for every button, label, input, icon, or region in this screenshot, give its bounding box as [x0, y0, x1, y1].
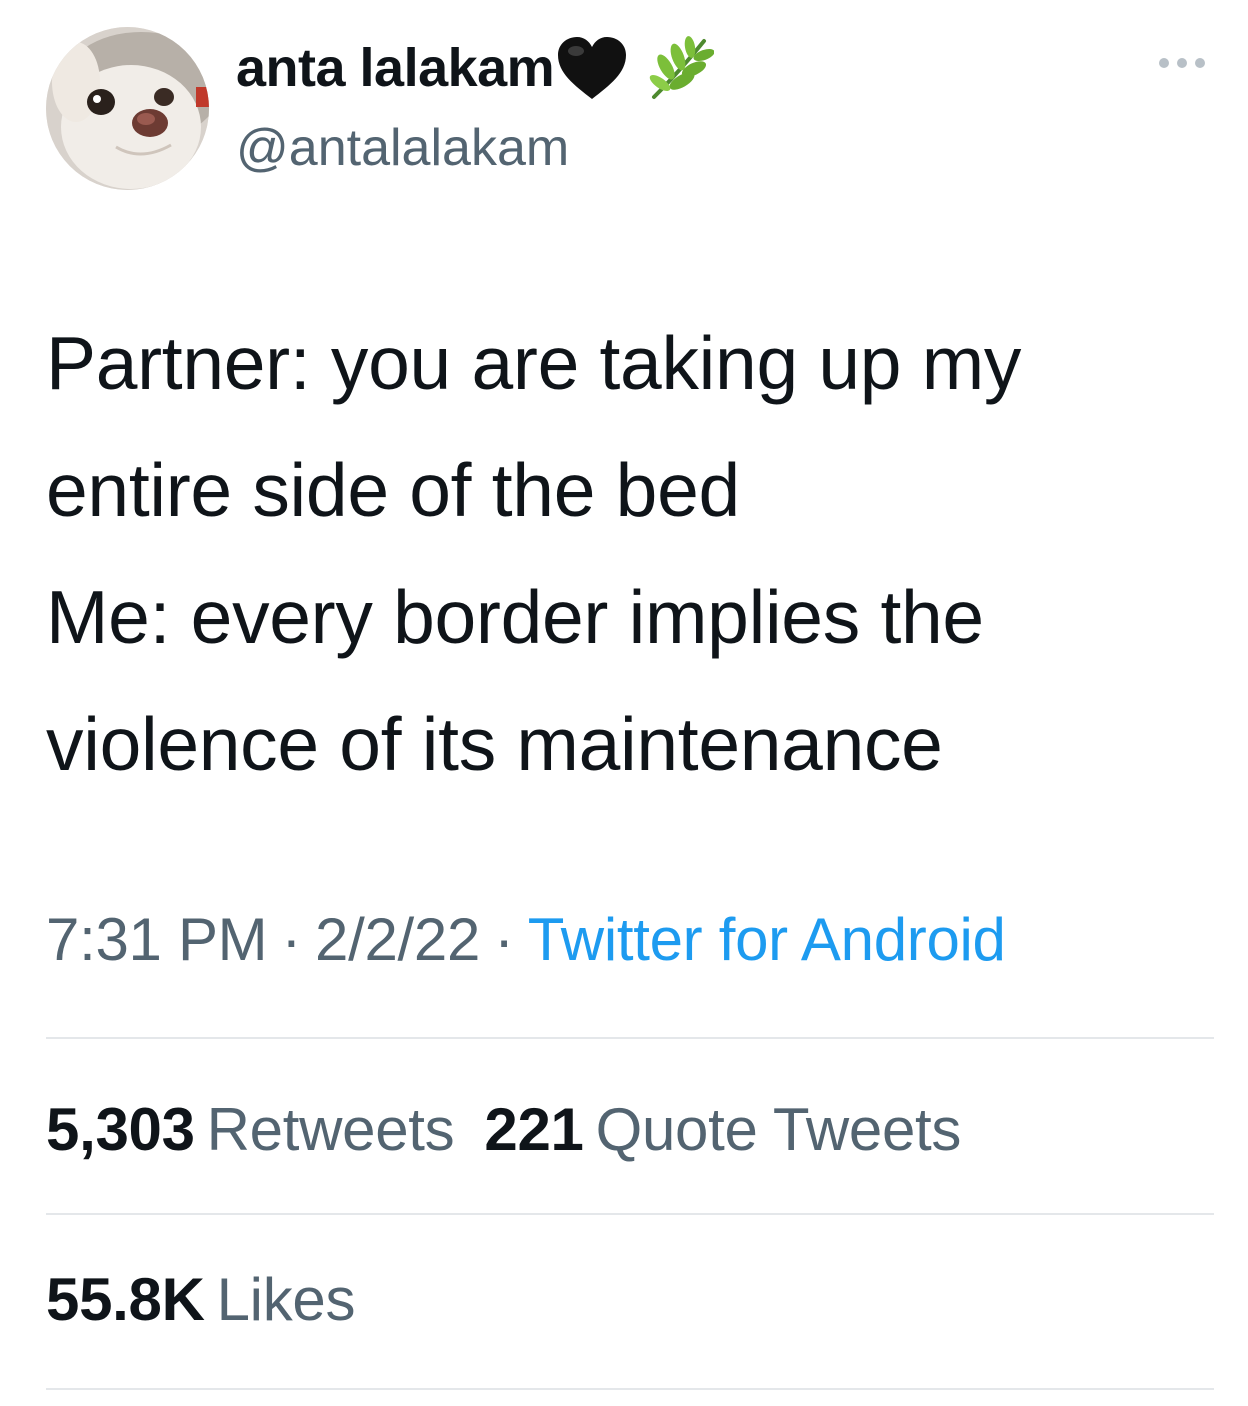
tweet-text: Partner: you are taking up my entire sid…	[46, 300, 1226, 808]
divider	[46, 1213, 1214, 1215]
quote-tweets-label: Quote Tweets	[595, 1096, 962, 1163]
avatar[interactable]	[46, 27, 209, 190]
display-name[interactable]: anta lalakam	[236, 37, 555, 99]
tweet-line: Partner: you are taking up my	[46, 321, 1022, 405]
user-handle[interactable]: @antalalakam	[236, 118, 569, 178]
display-name-row: anta lalakam	[236, 28, 715, 108]
herb-icon	[644, 33, 715, 103]
tweet-time[interactable]: 7:31 PM	[46, 906, 268, 973]
quote-tweets-stat[interactable]: 221 Quote Tweets	[484, 1096, 961, 1163]
chihuahua-avatar-icon	[46, 27, 209, 190]
likes-label: Likes	[216, 1266, 356, 1333]
divider	[46, 1037, 1214, 1039]
tweet-line: entire side of the bed	[46, 448, 740, 532]
more-options-icon[interactable]	[1156, 50, 1208, 76]
retweets-count: 5,303	[46, 1096, 195, 1163]
likes-stats-row: 55.8K Likes	[46, 1260, 355, 1340]
divider	[46, 1388, 1214, 1390]
quote-tweets-count: 221	[484, 1096, 584, 1163]
tweet-source-link[interactable]: Twitter for Android	[528, 906, 1006, 973]
meta-separator: ·	[281, 906, 302, 973]
tweet-line: violence of its maintenance	[46, 702, 943, 786]
black-heart-icon	[554, 33, 630, 103]
meta-separator: ·	[494, 906, 514, 973]
engagement-stats-row: 5,303 Retweets 221 Quote Tweets	[46, 1090, 961, 1170]
retweets-label: Retweets	[206, 1096, 455, 1163]
retweets-stat[interactable]: 5,303 Retweets	[46, 1096, 455, 1163]
tweet-date[interactable]: 2/2/22	[315, 906, 480, 973]
likes-count: 55.8K	[46, 1266, 205, 1333]
tweet-line: Me: every border implies the	[46, 575, 984, 659]
tweet-meta: 7:31 PM · 2/2/22 · Twitter for Android	[46, 900, 1006, 980]
likes-stat[interactable]: 55.8K Likes	[46, 1266, 355, 1333]
